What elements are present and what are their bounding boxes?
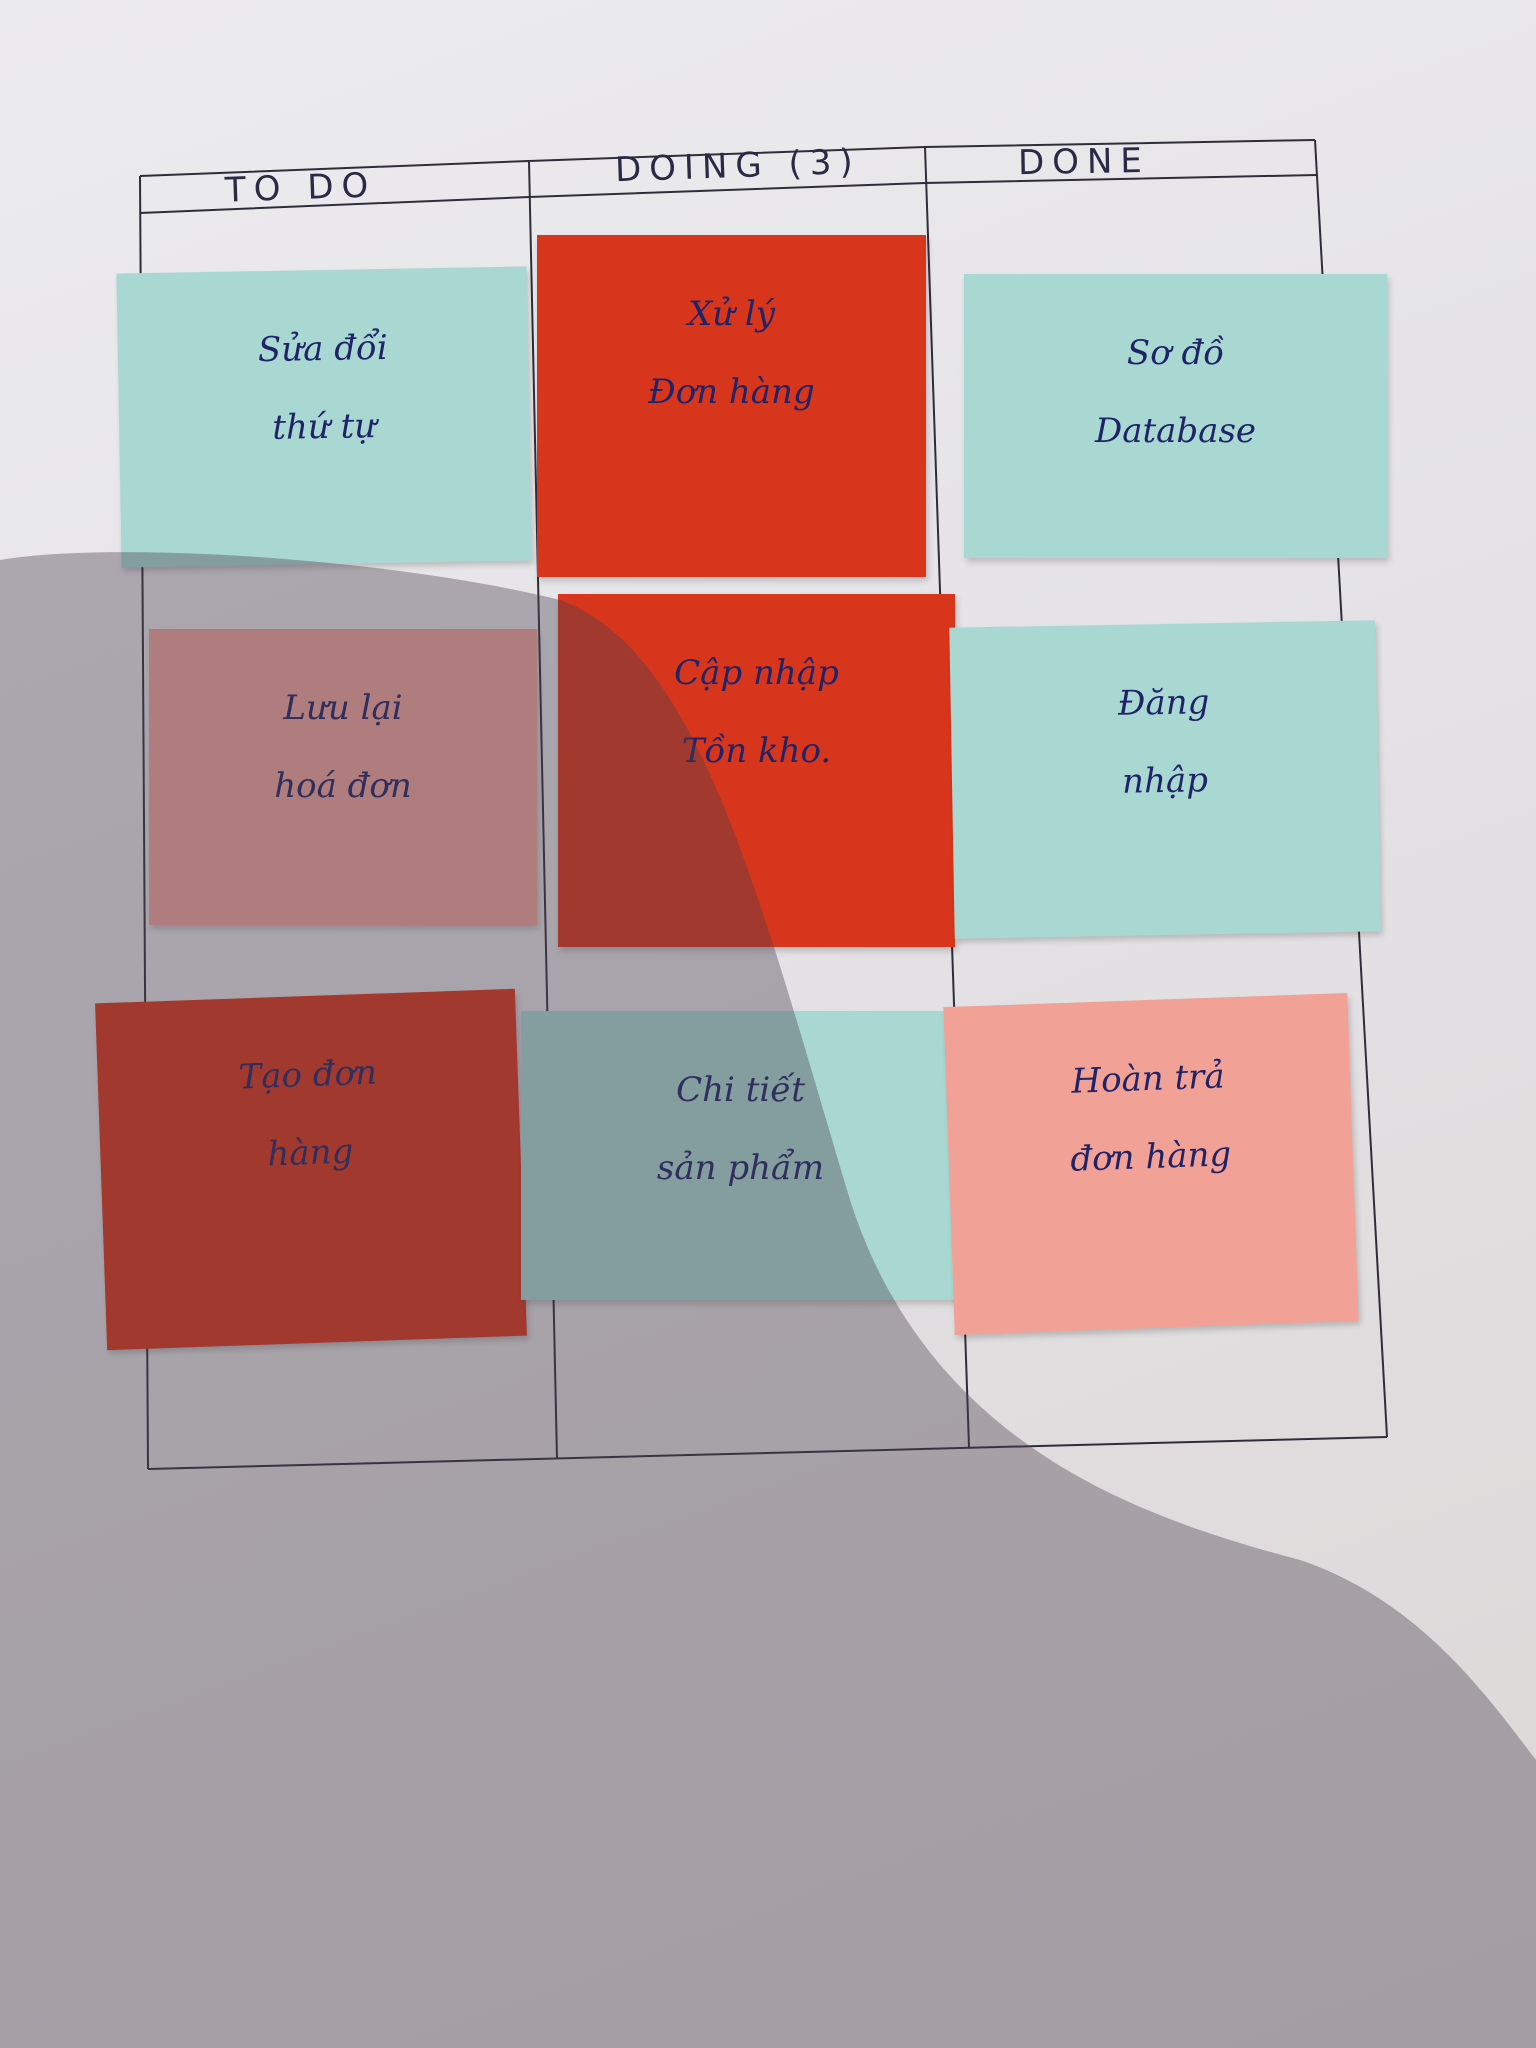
sticky-note[interactable]: Chi tiết sản phẩm (521, 1011, 960, 1300)
note-line: hàng (266, 1131, 355, 1175)
sticky-note[interactable]: Tạo đơn hàng (95, 988, 527, 1351)
sticky-note[interactable]: Sơ đồ Database (964, 274, 1387, 558)
note-line: Tạo đơn (237, 1052, 378, 1098)
note-line: Đăng (1117, 682, 1210, 724)
note-line: Tồn kho. (681, 731, 832, 771)
column-header-doing: DOING (3) (614, 141, 862, 191)
note-line: Lưu lại (283, 688, 403, 728)
note-line: đơn hàng (1069, 1134, 1232, 1180)
sticky-note[interactable]: Hoàn trả đơn hàng (943, 993, 1359, 1335)
note-line: sản phẩm (656, 1148, 825, 1188)
note-line: hoá đơn (274, 766, 412, 806)
sticky-note[interactable]: Lưu lại hoá đơn (149, 629, 537, 925)
note-line: nhập (1121, 760, 1209, 802)
sticky-note[interactable]: Sửa đổi thứ tự (116, 266, 532, 568)
sticky-note[interactable]: Đăng nhập (949, 620, 1381, 939)
note-line: Hoàn trả (1070, 1056, 1226, 1102)
note-line: thứ tự (271, 406, 377, 448)
column-header-todo: TO DO (224, 165, 377, 211)
note-line: Sửa đổi (257, 327, 389, 371)
note-line: Xử lý (688, 294, 775, 334)
column-header-done: DONE (1017, 140, 1151, 184)
sticky-note[interactable]: Cập nhập Tồn kho. (558, 594, 955, 947)
sticky-note[interactable]: Xử lý Đơn hàng (537, 235, 926, 577)
note-line: Chi tiết (676, 1070, 805, 1110)
note-line: Đơn hàng (648, 372, 815, 412)
note-line: Cập nhập (674, 653, 839, 693)
note-line: Database (1094, 411, 1257, 451)
note-line: Sơ đồ (1126, 333, 1225, 373)
